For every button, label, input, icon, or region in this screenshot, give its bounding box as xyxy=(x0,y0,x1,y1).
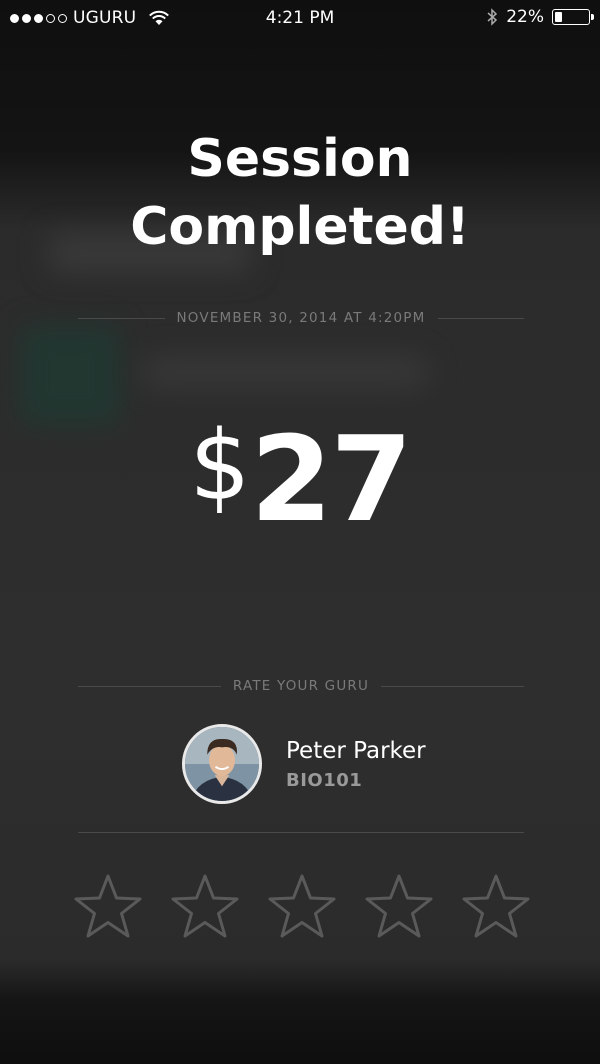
price-amount: 27 xyxy=(250,410,412,548)
divider-line xyxy=(381,685,524,687)
guru-photo-icon xyxy=(185,727,259,801)
battery-level xyxy=(555,12,563,22)
bluetooth-icon xyxy=(487,8,498,26)
divider-line xyxy=(78,685,221,687)
status-right: 22% xyxy=(486,7,594,27)
guru-card: Peter Parker BIO101 xyxy=(182,724,426,804)
star-3-icon[interactable] xyxy=(266,872,338,940)
rate-your-guru-label: RATE YOUR GURU xyxy=(232,678,370,694)
status-bar: UGURU 4:21 PM 22% xyxy=(0,0,600,36)
session-completed-screen: UGURU 4:21 PM 22% Session Completed! NOV… xyxy=(0,0,600,1064)
divider-line xyxy=(437,317,524,319)
currency-symbol: $ xyxy=(189,410,251,522)
guru-course: BIO101 xyxy=(286,769,363,791)
star-1-icon[interactable] xyxy=(72,872,144,940)
star-2-icon[interactable] xyxy=(169,872,241,940)
rate-divider: RATE YOUR GURU xyxy=(78,678,524,694)
title-line-2: Completed! xyxy=(130,197,470,257)
session-date-divider: NOVEMBER 30, 2014 AT 4:20PM xyxy=(78,310,524,326)
blurred-background-text xyxy=(140,355,430,389)
star-rating xyxy=(72,872,532,940)
avatar xyxy=(182,724,262,804)
battery-percent: 22% xyxy=(506,7,544,27)
session-date: NOVEMBER 30, 2014 AT 4:20PM xyxy=(176,310,426,326)
title-line-1: Session xyxy=(187,129,413,189)
star-4-icon[interactable] xyxy=(363,872,435,940)
guru-divider xyxy=(78,832,524,833)
star-5-icon[interactable] xyxy=(460,872,532,940)
guru-name: Peter Parker xyxy=(286,737,426,764)
guru-info: Peter Parker BIO101 xyxy=(286,738,426,791)
battery-icon xyxy=(552,9,594,25)
session-price: $27 xyxy=(0,410,600,548)
divider-line xyxy=(78,317,165,319)
page-title: Session Completed! xyxy=(0,125,600,261)
